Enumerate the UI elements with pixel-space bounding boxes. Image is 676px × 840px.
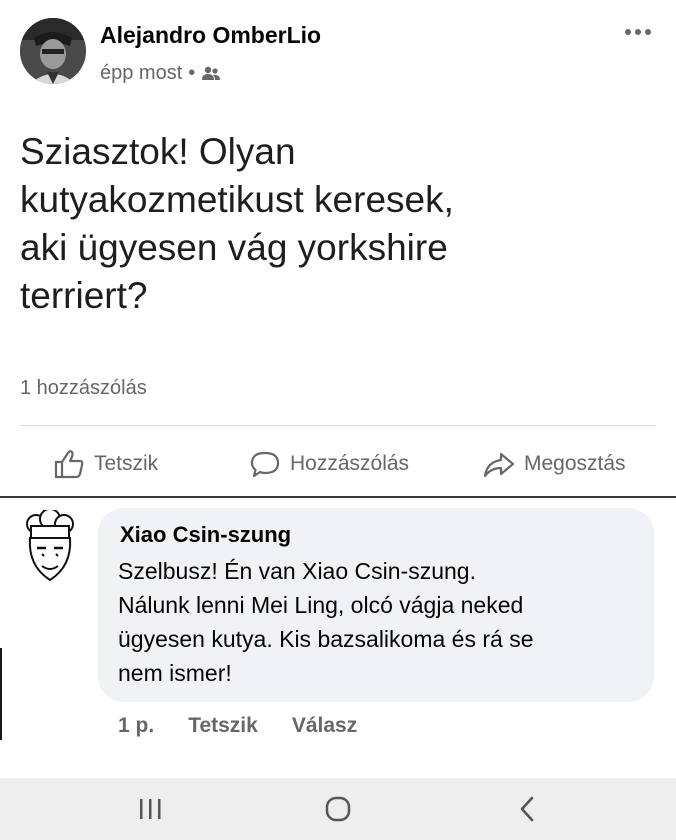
comment-bubble: Xiao Csin-szung Szelbusz! Én van Xiao Cs… (98, 508, 654, 702)
post-meta: épp most • (100, 62, 221, 85)
share-label: Megosztás (524, 452, 626, 475)
comment-label: Hozzászólás (290, 452, 410, 475)
edge-line (0, 648, 2, 740)
friends-icon[interactable] (201, 66, 221, 82)
divider (0, 496, 676, 498)
home-icon[interactable] (318, 790, 358, 828)
chef-avatar-icon[interactable] (18, 510, 82, 586)
like-button[interactable]: Tetszik (52, 446, 158, 482)
comment-count[interactable]: 1 hozzászólás (20, 377, 147, 400)
post-header: Alejandro OmberLio épp most • (0, 0, 676, 100)
comment-text: Szelbusz! Én van Xiao Csin-szung. Nálunk… (118, 558, 534, 686)
system-navbar (0, 778, 676, 840)
share-arrow-icon (483, 452, 515, 478)
thumbs-up-icon (54, 450, 84, 479)
more-options-icon[interactable] (622, 22, 654, 42)
comment-reply-link[interactable]: Válasz (292, 714, 357, 738)
back-icon[interactable] (508, 790, 548, 828)
divider (20, 425, 656, 426)
post-timestamp[interactable]: épp most (100, 62, 182, 85)
share-button[interactable]: Megosztás (482, 446, 626, 482)
post-text: Sziasztok! Olyan kutyakozmetikust kerese… (20, 131, 454, 316)
action-bar: Tetszik Hozzászólás Megosztás (0, 440, 676, 486)
comment-time: 1 p. (118, 714, 155, 737)
author-name[interactable]: Alejandro OmberLio (100, 22, 321, 49)
recent-apps-icon[interactable] (130, 790, 170, 828)
comment-button[interactable]: Hozzászólás (248, 446, 409, 482)
author-avatar[interactable] (20, 18, 86, 84)
meta-separator: • (188, 62, 196, 84)
avatar-photo-icon (20, 18, 86, 84)
commenter-name[interactable]: Xiao Csin-szung (120, 522, 291, 548)
comment-bubble-icon (250, 451, 280, 478)
comment-like-link[interactable]: Tetszik (188, 714, 258, 738)
like-label: Tetszik (94, 452, 159, 475)
comment-meta: 1 p. Tetszik Válasz (118, 714, 357, 738)
